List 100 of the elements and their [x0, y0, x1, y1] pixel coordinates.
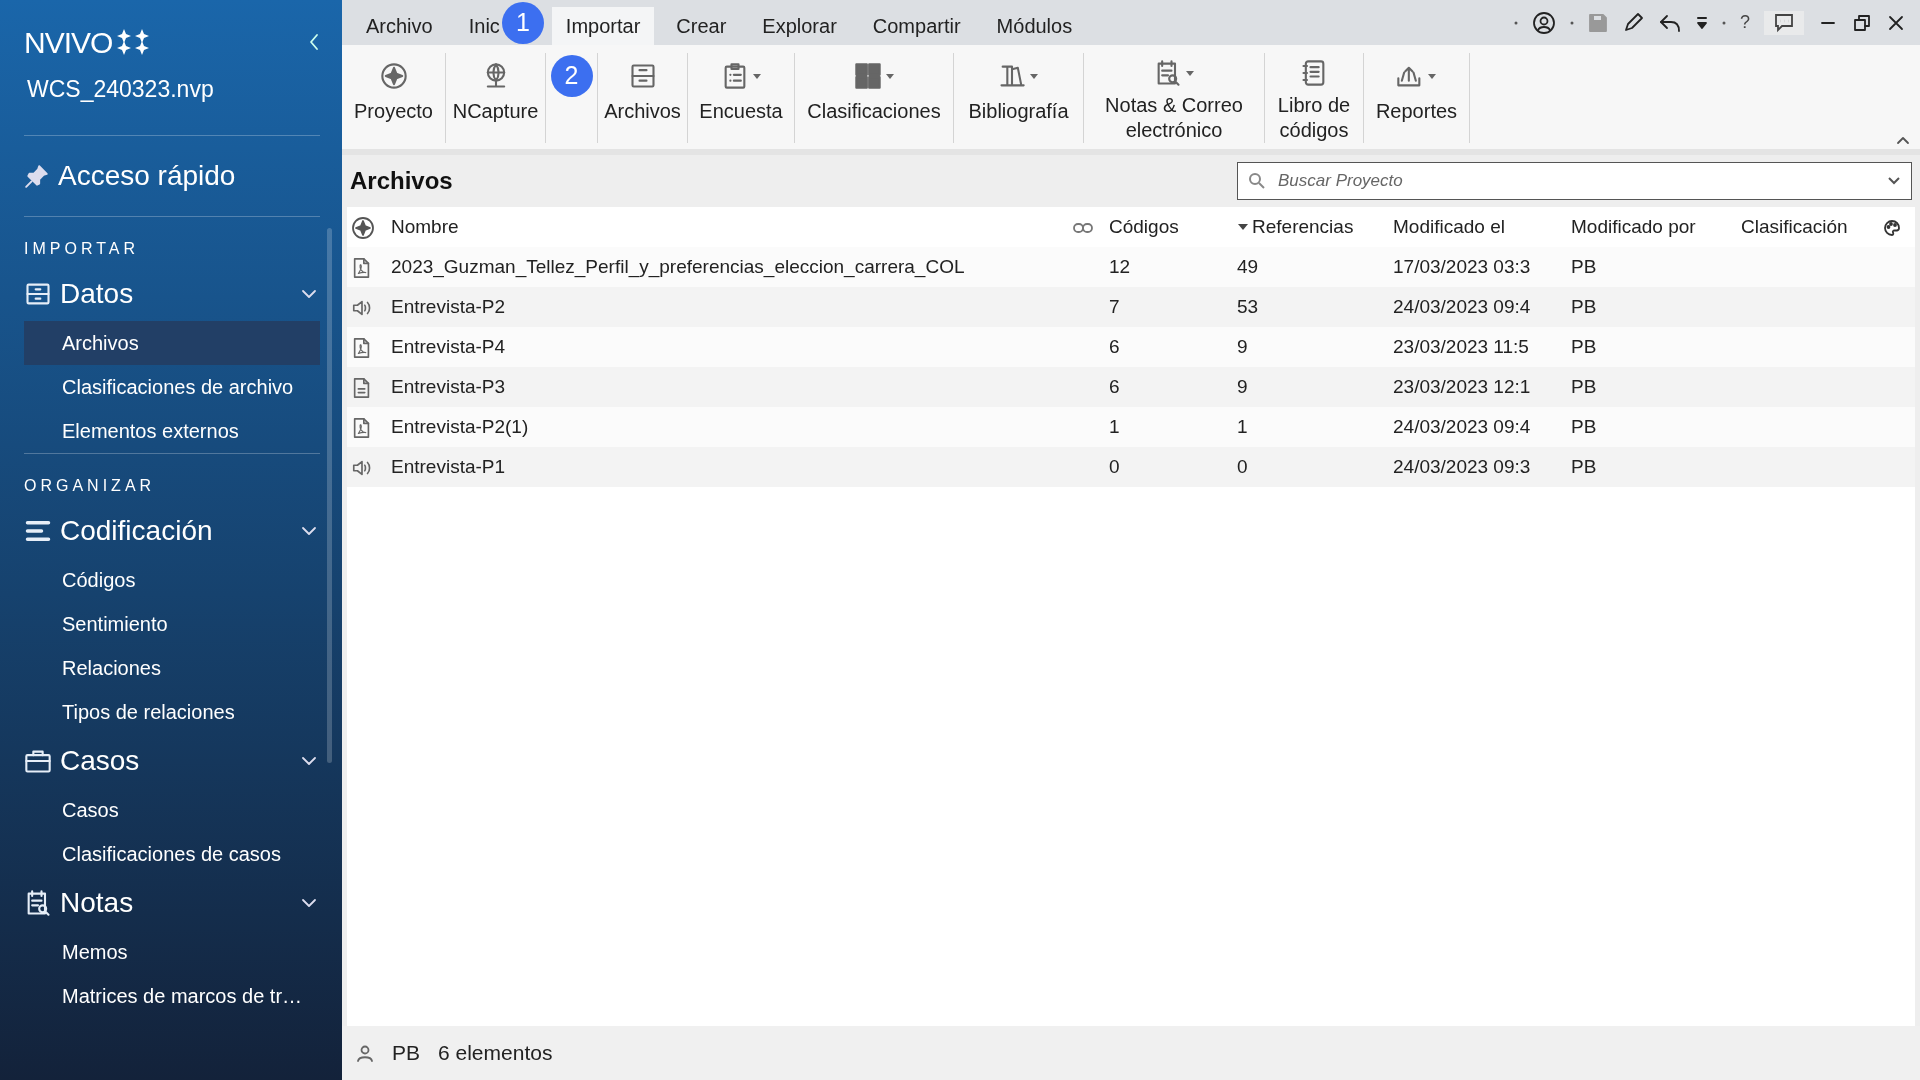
- dropdown-caret-icon: [1029, 72, 1039, 80]
- menu-tab[interactable]: Crear: [662, 7, 741, 45]
- quick-access-link[interactable]: Acceso rápido: [58, 155, 236, 197]
- table-cell-text: PB: [1571, 294, 1598, 319]
- logo-text: NVIVO: [24, 24, 113, 61]
- comment-icon: [1773, 11, 1795, 34]
- nav-group-title[interactable]: Datos: [60, 273, 292, 315]
- ribbon-button[interactable]: NCapture: [446, 53, 546, 143]
- dropdown-caret-icon: [884, 72, 895, 80]
- table-cell-text: 23/03/2023 12:1: [1393, 374, 1532, 399]
- sidebar-item[interactable]: Archivos: [24, 321, 320, 365]
- comment-button[interactable]: [1764, 10, 1804, 35]
- dot-icon: [1722, 20, 1726, 25]
- table-cell-text: PB: [1571, 454, 1598, 479]
- column-header[interactable]: Modificado el: [1393, 212, 1505, 242]
- table-cell-text: 0: [1109, 454, 1121, 479]
- ribbon-button[interactable]: Reportes: [1364, 53, 1470, 143]
- item-count: 6 elementos: [438, 1040, 553, 1067]
- link-icon: [1073, 221, 1093, 234]
- scrollbar-thumb[interactable]: [327, 228, 332, 763]
- table-cell-text: 12: [1109, 254, 1132, 279]
- nav-group-title[interactable]: Casos: [60, 740, 292, 782]
- file-name[interactable]: Entrevista-P2: [391, 292, 1073, 322]
- dropdown-caret-icon: [751, 72, 762, 80]
- grid-icon: [853, 62, 882, 90]
- menu-tab[interactable]: Archivo: [352, 7, 447, 45]
- sidebar-item[interactable]: Clasificaciones de archivo: [24, 365, 320, 409]
- section-heading: IMPORTAR: [23, 239, 140, 259]
- file-name[interactable]: Entrevista-P3: [391, 372, 1073, 402]
- sidebar-item[interactable]: Códigos: [24, 558, 320, 602]
- sidebar-item[interactable]: Sentimiento: [24, 602, 320, 646]
- ribbon-button[interactable]: Bibliografía: [954, 53, 1084, 143]
- callout-badge: 2: [550, 55, 593, 97]
- callout-badge: 1: [501, 1, 544, 44]
- dot-icon: [1570, 20, 1574, 25]
- file-name[interactable]: Entrevista-P2(1): [391, 412, 1073, 442]
- table-cell-text: 24/03/2023 09:4: [1393, 294, 1532, 319]
- file-name[interactable]: 2023_Guzman_Tellez_Perfil_y_preferencias_eleccion_carrera_COL: [391, 252, 1073, 282]
- table-cell-text: 23/03/2023 11:5: [1393, 334, 1530, 359]
- search-field[interactable]: Buscar Proyecto: [1276, 167, 1877, 195]
- search-icon[interactable]: [1248, 172, 1266, 190]
- collapse-ribbon-icon[interactable]: [1896, 135, 1910, 145]
- table-cell-text: PB: [1571, 334, 1598, 359]
- table-cell-text: 7: [1109, 294, 1121, 319]
- collapse-icon[interactable]: [308, 32, 320, 52]
- column-header[interactable]: Clasificación: [1741, 212, 1848, 242]
- palette-icon: [1883, 218, 1901, 237]
- star-circle-icon: [379, 62, 408, 90]
- menu-tab[interactable]: Importar: [551, 7, 655, 45]
- sidebar-item[interactable]: Tipos de relaciones: [24, 690, 320, 734]
- dot-icon: [1514, 20, 1518, 25]
- panel-title: Archivos: [350, 166, 453, 196]
- table-cell-text: PB: [1571, 374, 1598, 399]
- table-cell-text: 24/03/2023 09:4: [1393, 414, 1532, 439]
- column-header[interactable]: Referencias: [1252, 212, 1354, 242]
- search-box[interactable]: Buscar Proyecto: [1237, 162, 1912, 200]
- table-cell-text: 6: [1109, 374, 1121, 399]
- table-cell-text: 17/03/2023 03:3: [1393, 254, 1532, 279]
- menu-tab[interactable]: Explorar: [748, 7, 851, 45]
- sidebar-item[interactable]: Clasificaciones de casos: [24, 832, 320, 876]
- restore-icon[interactable]: [1852, 12, 1872, 33]
- file-name[interactable]: Entrevista-P4: [391, 332, 1073, 362]
- column-header[interactable]: Códigos: [1109, 212, 1179, 242]
- sidebar-item[interactable]: Casos: [24, 788, 320, 832]
- ribbon-button[interactable]: Notas & Correo electrónico: [1084, 53, 1265, 143]
- table-cell-text: 6: [1109, 334, 1121, 359]
- ribbon-button[interactable]: Archivos: [598, 53, 688, 143]
- help-button[interactable]: ?: [1740, 9, 1750, 36]
- menu-tab[interactable]: Módulos: [982, 7, 1087, 45]
- pencil-icon[interactable]: [1622, 11, 1644, 34]
- ribbon-button[interactable]: Libro de códigos: [1265, 53, 1364, 143]
- project-name: WCS_240323.nvp: [27, 75, 215, 104]
- ribbon-button[interactable]: Encuesta: [688, 53, 795, 143]
- dropdown-caret-icon: [1427, 72, 1437, 80]
- table-cell-text: 0: [1237, 454, 1249, 479]
- column-header[interactable]: Nombre: [391, 212, 459, 242]
- menu-tab[interactable]: Inic: [454, 7, 502, 45]
- ribbon-button[interactable]: Clasificaciones: [795, 53, 954, 143]
- table-cell-text: 53: [1237, 294, 1260, 319]
- dropdown-icon[interactable]: [1887, 176, 1901, 186]
- sidebar-item[interactable]: Memos: [24, 930, 320, 974]
- sidebar-item[interactable]: Elementos externos: [24, 409, 320, 453]
- ribbon-button[interactable]: Proyecto: [342, 53, 446, 143]
- drawer-icon: [628, 62, 657, 90]
- table-cell-text: PB: [1571, 414, 1598, 439]
- table-cell-text: 9: [1237, 334, 1249, 359]
- pin-icon: [24, 163, 50, 189]
- sidebar-item[interactable]: Matrices de marcos de tr…: [24, 974, 320, 1018]
- table-cell-text: 1: [1237, 414, 1249, 439]
- table-cell-text: 24/03/2023 09:3: [1393, 454, 1532, 479]
- user-initials: PB: [392, 1040, 420, 1067]
- section-heading: ORGANIZAR: [23, 476, 157, 496]
- nav-group-title[interactable]: Notas: [60, 882, 292, 924]
- column-header[interactable]: Modificado por: [1571, 212, 1696, 242]
- user-icon[interactable]: [1532, 10, 1556, 35]
- sidebar-item[interactable]: Relaciones: [24, 646, 320, 690]
- nav-group-title[interactable]: Codificación: [60, 510, 292, 552]
- file-name[interactable]: Entrevista-P1: [391, 452, 1073, 482]
- menu-tab[interactable]: Compartir: [858, 7, 975, 45]
- star-circle-icon: [351, 215, 375, 240]
